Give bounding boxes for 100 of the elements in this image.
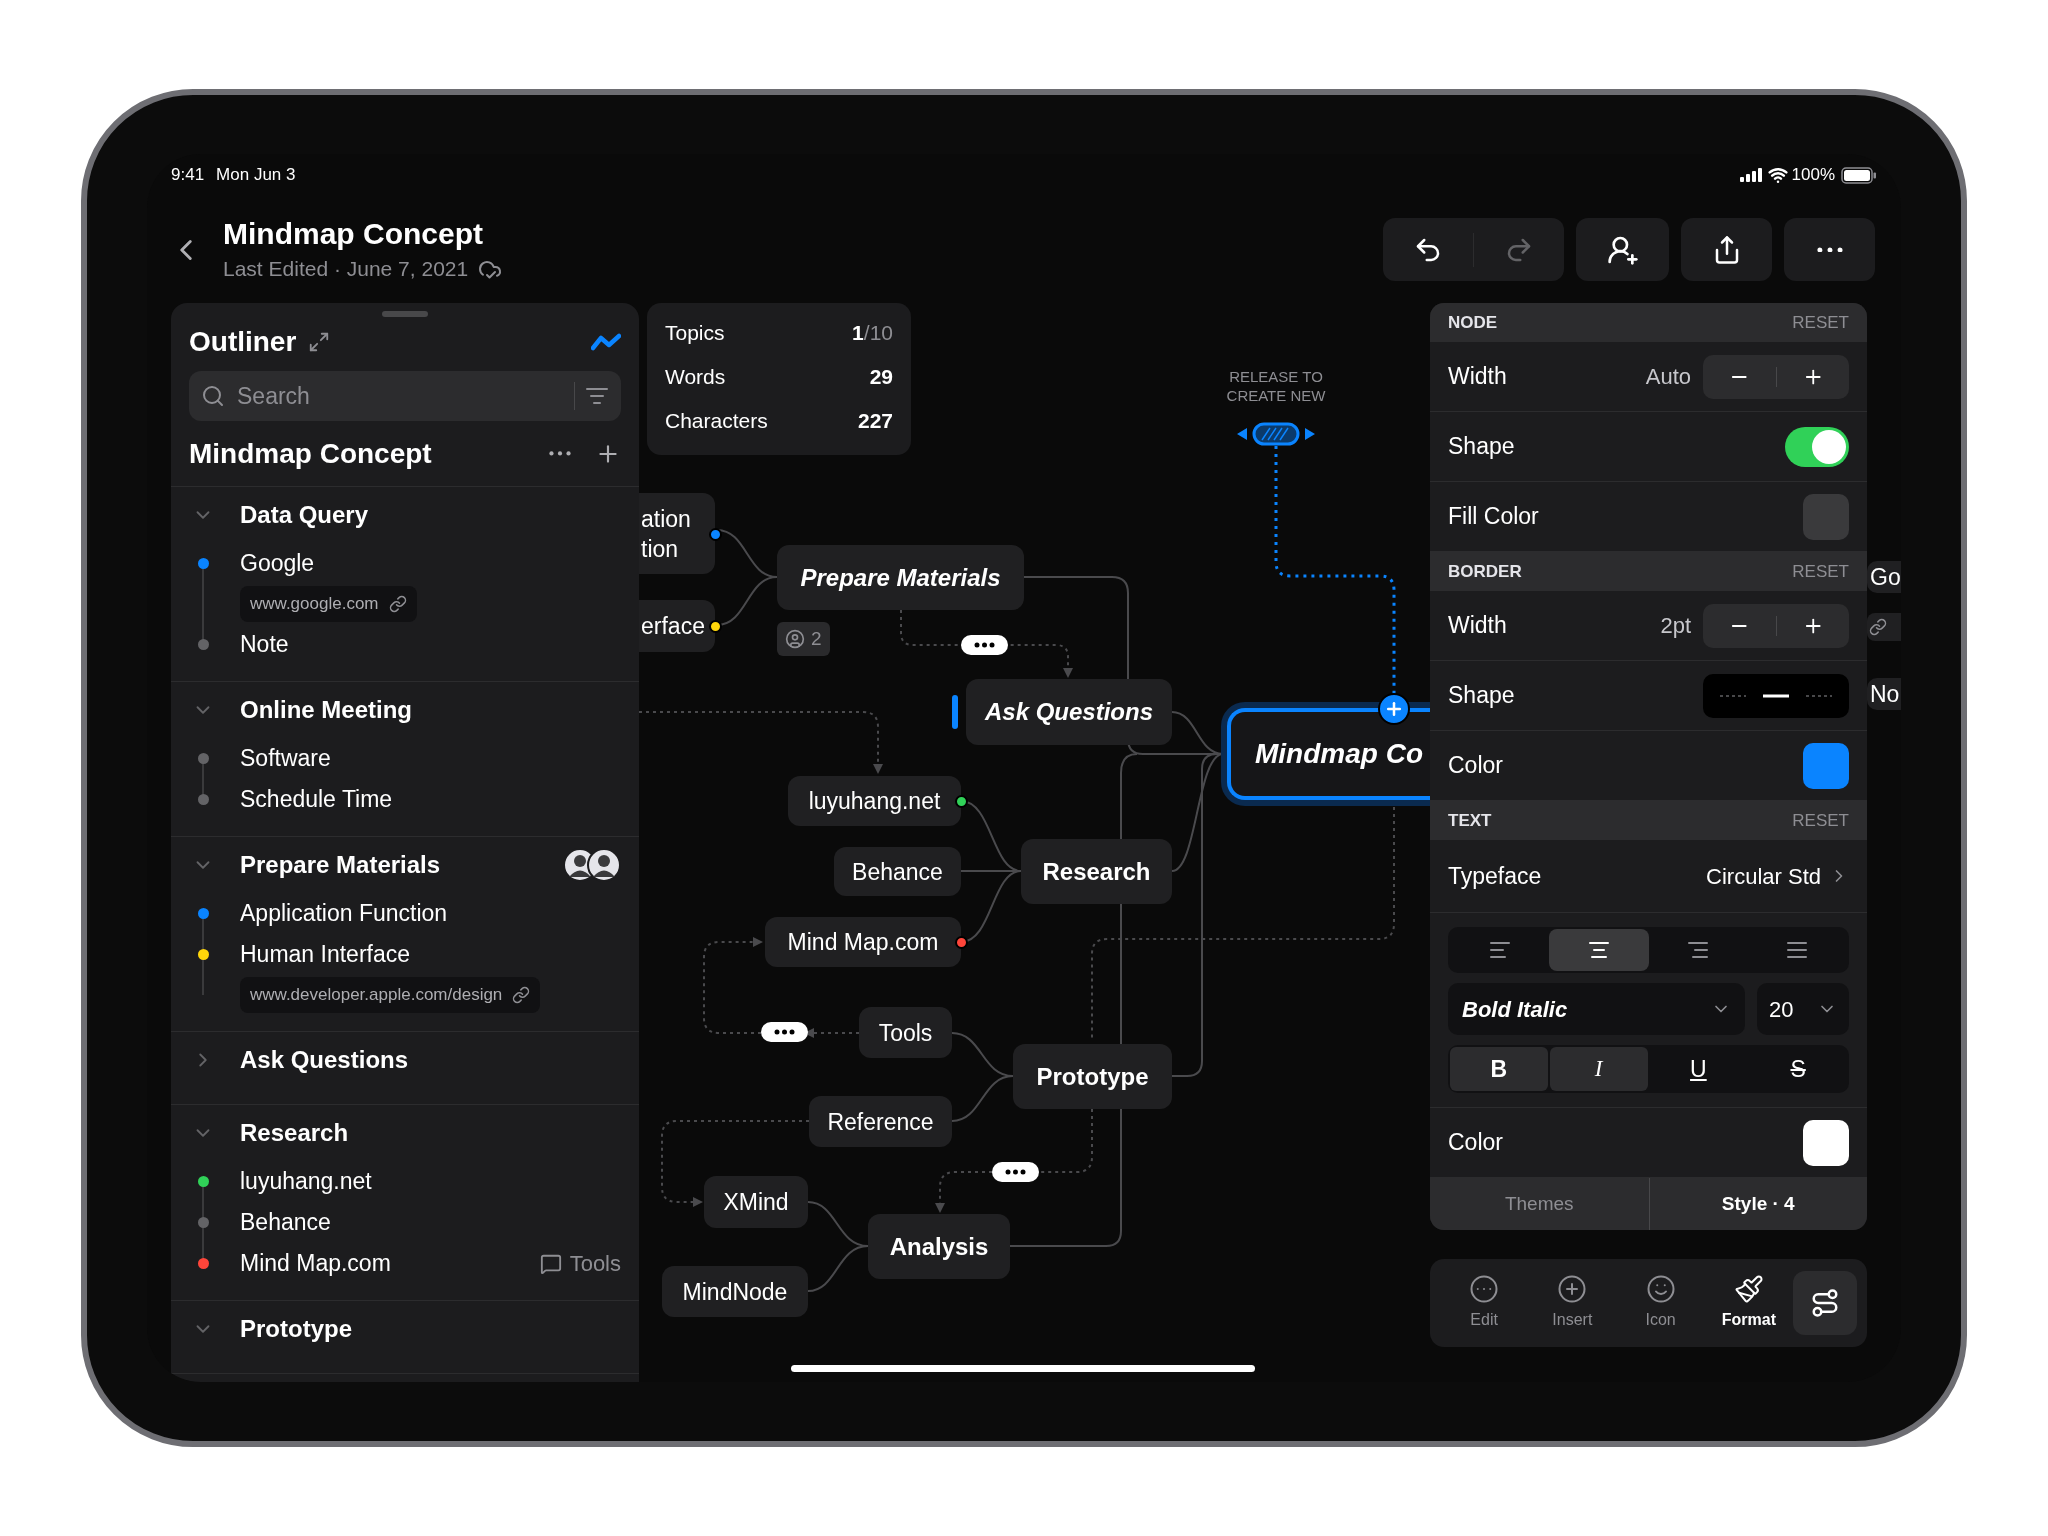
mindmap-node[interactable]: erface xyxy=(639,600,715,652)
mindmap-node[interactable]: Prepare Materials xyxy=(777,545,1024,610)
panel-tab[interactable]: Style · 4 xyxy=(1648,1178,1867,1230)
row-label: Shape xyxy=(1448,432,1515,462)
battery-level: 100% xyxy=(1791,164,1835,187)
outline-item[interactable]: luyuhang.net xyxy=(240,1164,372,1199)
status-time: 9:41 xyxy=(171,164,205,187)
font-style-dropdown[interactable]: Bold Italic xyxy=(1448,983,1745,1035)
comment-icon xyxy=(539,1252,562,1275)
row-label: Width xyxy=(1448,611,1507,641)
strikethrough-toggle[interactable]: S xyxy=(1749,1047,1847,1091)
toolbar-button[interactable]: Edit xyxy=(1440,1274,1529,1332)
mindmap-node[interactable]: Tools xyxy=(859,1007,952,1058)
stat-value: 1/10 xyxy=(852,320,893,347)
panel-tab[interactable]: Themes xyxy=(1430,1178,1649,1230)
row-value: Auto xyxy=(1645,363,1691,391)
more-bubble-icon xyxy=(992,1162,1039,1182)
link-url: www.developer.apple.com/design xyxy=(250,984,503,1007)
outline-topic[interactable]: Prepare Materials xyxy=(240,847,441,883)
stat-label: Topics xyxy=(665,320,725,347)
outline-topic[interactable]: Ask Questions xyxy=(240,1042,409,1078)
outline-item[interactable]: Application Function xyxy=(240,896,448,931)
mindmap-node[interactable]: Prototype xyxy=(1013,1044,1172,1109)
outline-topic[interactable]: Data Query xyxy=(240,497,369,533)
reset-button[interactable]: RESET xyxy=(1792,807,1849,834)
color-swatch[interactable] xyxy=(1803,1119,1849,1166)
link-chip[interactable]: www.developer.apple.com/design xyxy=(240,977,541,1013)
mindmap-node[interactable]: MindNode xyxy=(662,1266,808,1317)
mindmap-node[interactable]: ation tion xyxy=(639,493,715,574)
reset-button[interactable]: RESET xyxy=(1792,309,1849,336)
row-value[interactable]: Circular Std xyxy=(1706,859,1821,893)
more-icon[interactable] xyxy=(549,451,571,456)
search-icon xyxy=(201,384,225,408)
mindmap-node[interactable]: Behance xyxy=(834,847,961,896)
outline-item[interactable]: Mind Map.com xyxy=(240,1246,391,1281)
align-button[interactable] xyxy=(1549,929,1649,971)
row-label: Color xyxy=(1448,751,1503,781)
panel-title: Outliner xyxy=(189,325,297,359)
mindmap-node[interactable]: luyuhang.net xyxy=(788,776,961,826)
collaborate-button[interactable] xyxy=(1576,218,1669,281)
document-title: Mindmap Concept xyxy=(189,436,432,471)
font-size-dropdown[interactable]: 20 xyxy=(1757,983,1849,1035)
stat-value: 227 xyxy=(857,408,893,435)
bold-toggle[interactable]: B xyxy=(1450,1047,1548,1091)
link-icon xyxy=(512,986,531,1004)
expand-icon[interactable] xyxy=(308,331,331,353)
connector-button[interactable] xyxy=(1793,1271,1857,1335)
outline-item[interactable]: Google xyxy=(240,546,315,581)
search-field[interactable]: Search xyxy=(189,371,621,421)
underline-toggle[interactable]: U xyxy=(1649,1047,1748,1091)
mindmap-node[interactable]: Mind Map.com xyxy=(765,917,961,967)
mindmap-node[interactable]: Analysis xyxy=(868,1214,1010,1279)
stat-label: Words xyxy=(665,364,726,391)
outline-topic[interactable]: Prototype xyxy=(240,1311,352,1347)
wave-icon[interactable] xyxy=(591,333,621,351)
mindmap-node[interactable]: Ask Questions xyxy=(966,679,1172,745)
connector-icon xyxy=(1810,1288,1840,1318)
mindmap-node[interactable]: Research xyxy=(1021,839,1172,904)
status-date: Mon Jun 3 xyxy=(216,164,296,187)
link-icon xyxy=(388,595,407,613)
section-header: TEXT xyxy=(1448,809,1492,832)
section-header: BORDER xyxy=(1448,560,1522,583)
add-child-button[interactable] xyxy=(1378,693,1410,725)
mindmap-node[interactable]: No xyxy=(1867,678,1901,710)
outline-item[interactable]: Behance xyxy=(240,1205,331,1240)
last-edited: Last Edited · June 7, 2021 xyxy=(223,255,469,282)
battery-icon xyxy=(1841,166,1877,184)
more-icon[interactable] xyxy=(1816,246,1843,253)
outline-topic[interactable]: Research xyxy=(240,1115,349,1151)
reset-button[interactable]: RESET xyxy=(1792,558,1849,585)
link-chip[interactable]: www.google.com xyxy=(240,586,417,622)
mindmap-node[interactable]: XMind xyxy=(704,1176,808,1228)
outline-item[interactable]: Schedule Time xyxy=(240,782,393,817)
wifi-icon xyxy=(1767,165,1788,185)
drop-indicator xyxy=(952,695,958,729)
outline-item[interactable]: Human Interface xyxy=(240,937,411,972)
document-title: Mindmap Concept xyxy=(223,215,484,252)
toolbar-button[interactable]: Icon xyxy=(1616,1274,1705,1332)
row-label: Typeface xyxy=(1448,861,1542,891)
toolbar-button[interactable]: Insert xyxy=(1528,1274,1617,1332)
link-icon xyxy=(1869,618,1887,636)
drop-hint: RELEASE TO CREATE NEW xyxy=(1225,367,1327,405)
color-swatch[interactable] xyxy=(1803,742,1849,789)
color-swatch[interactable] xyxy=(1803,493,1849,540)
format-icon xyxy=(1733,1274,1764,1304)
mindmap-node[interactable]: Reference xyxy=(809,1096,952,1147)
badge-count: 2 xyxy=(811,626,822,651)
toggle-switch[interactable] xyxy=(1785,426,1849,467)
plus-icon xyxy=(1384,699,1404,719)
drag-handle-icon xyxy=(1237,422,1315,446)
share-button[interactable] xyxy=(1681,218,1772,281)
mindmap-node[interactable]: Go xyxy=(1867,561,1901,593)
outline-topic[interactable]: Online Meeting xyxy=(240,692,412,728)
outline-item[interactable]: Software xyxy=(240,741,331,776)
outline-item[interactable]: Note xyxy=(240,627,289,662)
row-label: Shape xyxy=(1448,681,1515,711)
avatar xyxy=(587,848,621,882)
toolbar-button[interactable]: Format xyxy=(1704,1274,1793,1332)
link-url: www.google.com xyxy=(250,593,379,616)
italic-toggle[interactable]: I xyxy=(1549,1047,1648,1091)
